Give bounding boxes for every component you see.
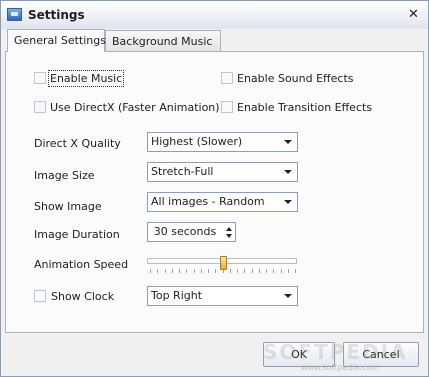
image-duration-label: Image Duration <box>34 228 120 241</box>
slider-tick <box>201 269 202 273</box>
slider-thumb[interactable] <box>220 256 227 270</box>
image-size-label: Image Size <box>34 169 95 182</box>
slider-tick <box>281 269 282 273</box>
directx-quality-value: Highest (Slower) <box>151 135 243 148</box>
show-image-label: Show Image <box>34 200 102 213</box>
chevron-down-icon <box>284 140 292 144</box>
tab-background-music[interactable]: Background Music <box>105 30 221 51</box>
spin-up-icon[interactable] <box>226 227 232 231</box>
slider-tick <box>194 269 195 273</box>
slider-tick <box>288 269 289 273</box>
clock-position-select[interactable]: Top Right <box>147 286 298 306</box>
enable-sound-effects-checkbox[interactable] <box>221 72 233 84</box>
slider-tick <box>165 269 166 273</box>
enable-music-label[interactable]: Enable Music <box>47 70 125 87</box>
slider-tick <box>230 269 231 273</box>
app-icon <box>7 8 22 21</box>
slider-tick <box>244 269 245 273</box>
slider-tick <box>237 269 238 273</box>
slider-tick <box>179 269 180 273</box>
show-image-select[interactable]: All images - Random <box>147 192 298 212</box>
chevron-down-icon <box>284 294 292 298</box>
image-size-select[interactable]: Stretch-Full <box>147 162 298 182</box>
settings-window: Settings ✕ General Settings Background M… <box>0 0 429 377</box>
animation-speed-slider[interactable] <box>147 256 297 278</box>
slider-tick <box>252 269 253 273</box>
tab-general-settings[interactable]: General Settings <box>7 29 106 52</box>
directx-quality-label: Direct X Quality <box>34 137 121 150</box>
close-icon[interactable]: ✕ <box>406 7 421 22</box>
tab-label: Background Music <box>112 35 213 48</box>
slider-tick <box>150 269 151 273</box>
chevron-down-icon <box>284 170 292 174</box>
enable-transition-effects-checkbox[interactable] <box>221 101 233 113</box>
enable-music-checkbox[interactable] <box>34 72 46 84</box>
slider-tick <box>266 269 267 273</box>
show-image-value: All images - Random <box>151 195 265 208</box>
directx-quality-select[interactable]: Highest (Slower) <box>147 132 298 152</box>
enable-transition-effects-label[interactable]: Enable Transition Effects <box>237 101 372 114</box>
slider-tick <box>208 269 209 273</box>
animation-speed-label: Animation Speed <box>34 258 129 271</box>
slider-tick <box>273 269 274 273</box>
image-duration-spinner[interactable]: 30 seconds <box>147 222 236 242</box>
show-clock-label[interactable]: Show Clock <box>51 290 114 303</box>
show-clock-checkbox[interactable] <box>34 290 46 302</box>
title-bar[interactable]: Settings ✕ <box>1 1 428 29</box>
tab-label: General Settings <box>14 34 106 47</box>
slider-tick <box>172 269 173 273</box>
slider-tick <box>157 269 158 273</box>
slider-tick <box>295 269 296 273</box>
clock-position-value: Top Right <box>151 289 203 302</box>
slider-tick <box>186 269 187 273</box>
use-directx-checkbox[interactable] <box>34 101 46 113</box>
window-title: Settings <box>28 8 85 22</box>
image-size-value: Stretch-Full <box>151 165 214 178</box>
ok-button[interactable]: OK <box>263 342 335 367</box>
chevron-down-icon <box>284 200 292 204</box>
use-directx-label[interactable]: Use DirectX (Faster Animation) <box>50 101 220 114</box>
slider-tick <box>215 269 216 273</box>
cancel-button[interactable]: Cancel <box>343 342 419 367</box>
enable-sound-effects-label[interactable]: Enable Sound Effects <box>237 72 354 85</box>
slider-tick <box>259 269 260 273</box>
image-duration-value: 30 seconds <box>153 225 217 238</box>
spin-down-icon[interactable] <box>226 234 232 238</box>
